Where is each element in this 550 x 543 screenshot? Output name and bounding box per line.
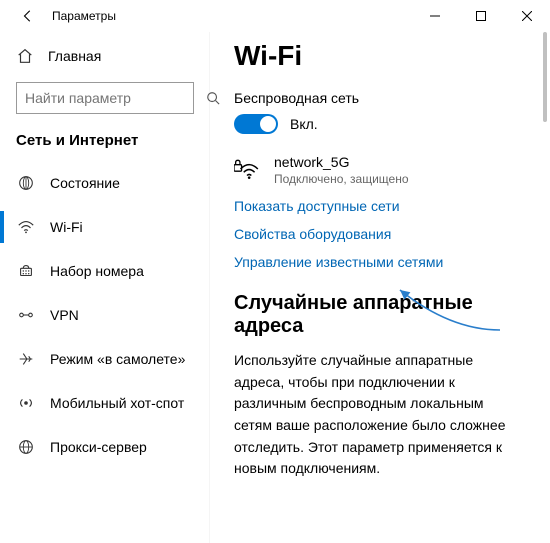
- network-name: network_5G: [274, 154, 409, 170]
- titlebar: Параметры: [0, 0, 550, 32]
- sidebar-item-label: Состояние: [50, 175, 120, 191]
- page-title: Wi-Fi: [234, 40, 522, 72]
- main-content: Wi-Fi Беспроводная сеть Вкл. network: [210, 32, 550, 543]
- scrollbar-thumb[interactable]: [543, 32, 547, 122]
- dialup-icon: [16, 262, 36, 280]
- current-network-row[interactable]: network_5G Подключено, защищено: [234, 154, 522, 186]
- airplane-icon: [16, 350, 36, 368]
- maximize-icon: [476, 11, 486, 21]
- hotspot-icon: [16, 394, 36, 412]
- sidebar-category-title: Сеть и Интернет: [0, 124, 210, 161]
- search-input[interactable]: [25, 90, 206, 106]
- minimize-button[interactable]: [412, 0, 458, 32]
- link-manage-known-networks[interactable]: Управление известными сетями: [234, 254, 522, 270]
- arrow-left-icon: [21, 9, 35, 23]
- wifi-toggle-row: Вкл.: [234, 114, 522, 134]
- random-mac-description: Используйте случайные аппаратные адреса,…: [234, 350, 522, 480]
- sidebar-home[interactable]: Главная: [0, 36, 210, 76]
- wifi-toggle-label: Вкл.: [290, 116, 318, 132]
- sidebar-item-label: Набор номера: [50, 263, 144, 279]
- sidebar-item-status[interactable]: Состояние: [0, 161, 210, 205]
- network-status: Подключено, защищено: [274, 172, 409, 186]
- sidebar-item-vpn[interactable]: VPN: [0, 293, 210, 337]
- maximize-button[interactable]: [458, 0, 504, 32]
- back-button[interactable]: [12, 0, 44, 32]
- sidebar-home-label: Главная: [48, 48, 101, 64]
- sidebar-item-proxy[interactable]: Прокси-сервер: [0, 425, 210, 469]
- sidebar-item-label: Мобильный хот-спот: [50, 395, 184, 411]
- search-box[interactable]: [16, 82, 194, 114]
- status-icon: [16, 174, 36, 192]
- current-network-info: network_5G Подключено, защищено: [274, 154, 409, 186]
- search-row: [16, 82, 194, 114]
- close-button[interactable]: [504, 0, 550, 32]
- wifi-icon: [16, 218, 36, 236]
- link-show-networks[interactable]: Показать доступные сети: [234, 198, 522, 214]
- home-icon: [16, 47, 34, 65]
- sidebar-item-label: VPN: [50, 307, 79, 323]
- sidebar-item-label: Wi-Fi: [50, 219, 83, 235]
- vpn-icon: [16, 306, 36, 324]
- proxy-icon: [16, 438, 36, 456]
- wireless-heading: Беспроводная сеть: [234, 90, 522, 106]
- scrollbar[interactable]: [542, 32, 548, 543]
- link-hardware-properties[interactable]: Свойства оборудования: [234, 226, 522, 242]
- sidebar-item-label: Режим «в самолете»: [50, 351, 185, 367]
- toggle-knob: [260, 116, 276, 132]
- close-icon: [522, 11, 532, 21]
- window-title: Параметры: [52, 9, 116, 23]
- minimize-icon: [430, 11, 440, 21]
- random-mac-heading: Случайные аппаратные адреса: [234, 292, 522, 338]
- wifi-toggle[interactable]: [234, 114, 278, 134]
- sidebar-item-wifi[interactable]: Wi-Fi: [0, 205, 210, 249]
- window-controls: [412, 0, 550, 32]
- sidebar-item-label: Прокси-сервер: [50, 439, 147, 455]
- sidebar-item-airplane[interactable]: Режим «в самолете»: [0, 337, 210, 381]
- sidebar-item-hotspot[interactable]: Мобильный хот-спот: [0, 381, 210, 425]
- wifi-secured-icon: [234, 154, 260, 182]
- sidebar: Главная Сеть и Интернет Состояние Wi-Fi: [0, 32, 210, 543]
- sidebar-item-dialup[interactable]: Набор номера: [0, 249, 210, 293]
